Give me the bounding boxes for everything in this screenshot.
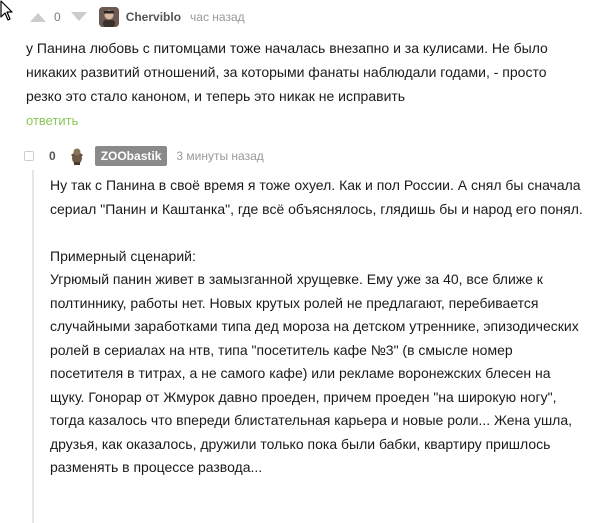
- comment-time[interactable]: 3 минуты назад: [176, 149, 263, 163]
- comment-score: 0: [54, 10, 61, 24]
- comment-author-badge[interactable]: ZOObastik: [94, 146, 168, 166]
- comment-time[interactable]: час назад: [190, 10, 245, 24]
- comment-score: 0: [49, 149, 56, 163]
- comment-paragraph: Ну так с Панина в своё время я тоже охуе…: [50, 177, 583, 217]
- avatar[interactable]: [68, 147, 86, 165]
- comment-paragraph: у Панина любовь с питомцами тоже началас…: [26, 40, 548, 104]
- comment-subheading: Примерный сценарий:: [50, 247, 196, 264]
- comment-author[interactable]: Cherviblo: [126, 10, 181, 24]
- reply-comment-text: Ну так с Панина в своё время я тоже охуе…: [50, 174, 585, 480]
- reply-comment-header: 0 ZOObastik 3 минуты назад: [24, 146, 264, 166]
- downvote-arrow-icon[interactable]: [69, 10, 89, 24]
- avatar[interactable]: [98, 7, 119, 27]
- reply-link[interactable]: ответить: [26, 113, 78, 128]
- upvote-arrow-icon[interactable]: [28, 10, 48, 24]
- thread-collapse-line[interactable]: [32, 170, 34, 523]
- comment-text: у Панина любовь с питомцами тоже началас…: [26, 36, 586, 108]
- collapse-toggle[interactable]: [24, 151, 34, 161]
- mouse-cursor-icon: [0, 0, 13, 21]
- comment-paragraph: Угрюмый панин живет в замызганной хрущев…: [50, 271, 579, 475]
- comments-page: 0 Cherviblo час назад у Панина любовь с …: [0, 0, 601, 523]
- comment-header: 0 Cherviblo час назад: [28, 7, 245, 27]
